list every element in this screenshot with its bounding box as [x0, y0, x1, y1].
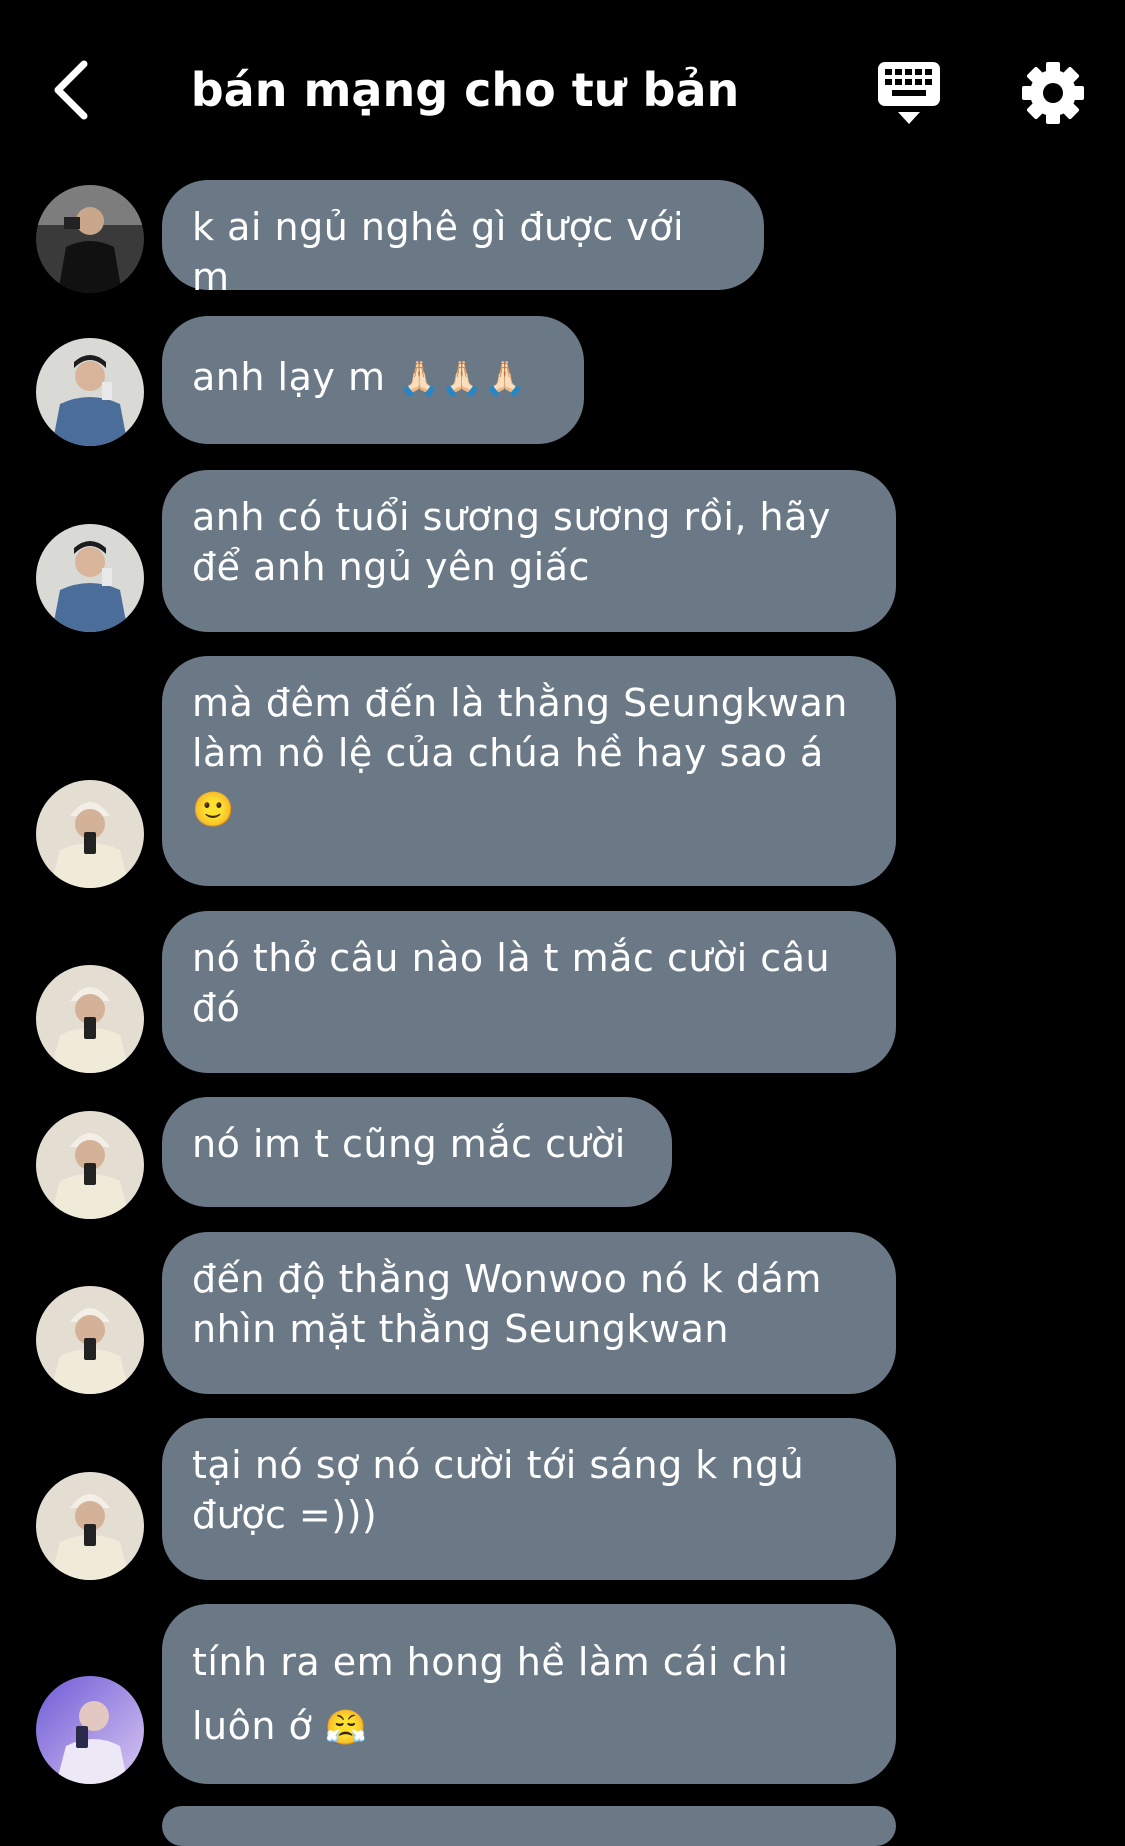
chevron-left-icon [54, 60, 88, 120]
message-text: anh lạy m [192, 355, 386, 399]
chat-title: bán mạng cho tư bản [190, 63, 740, 117]
message-text: mà đêm đến là thằng Seungkwan làm nô lệ … [192, 681, 848, 775]
message-bubble: tại nó sợ nó cười tới sáng k ngủ được =)… [162, 1418, 896, 1580]
message-bubble: nó thở câu nào là t mắc cười câu đó [162, 911, 896, 1073]
message-emoji: 🙂 [192, 790, 235, 830]
avatar[interactable] [36, 1676, 144, 1784]
keyboard-icon [878, 62, 940, 124]
message-text: nó im t cũng mắc cười [192, 1122, 626, 1166]
back-button[interactable] [40, 55, 100, 125]
avatar[interactable] [36, 965, 144, 1073]
message-bubble: nó im t cũng mắc cười [162, 1097, 672, 1207]
message-text: tính ra em hong hề làm cái chi luôn ớ [192, 1640, 789, 1748]
avatar[interactable] [36, 1111, 144, 1219]
message-emoji: 🙏🏻🙏🏻🙏🏻 [398, 359, 527, 399]
avatar[interactable] [36, 185, 144, 293]
avatar[interactable] [36, 1286, 144, 1394]
avatar[interactable] [36, 780, 144, 888]
message-bubble: anh có tuổi sương sương rồi, hãy để anh … [162, 470, 896, 632]
avatar[interactable] [36, 338, 144, 446]
chat-header: bán mạng cho tư bản [0, 0, 1125, 170]
settings-button[interactable] [1018, 58, 1088, 128]
message-bubble: anh lạy m 🙏🏻🙏🏻🙏🏻 [162, 316, 584, 444]
message-bubble: đến độ thằng Wonwoo nó k dám nhìn mặt th… [162, 1232, 896, 1394]
message-bubble: tính ra em hong hề làm cái chi luôn ớ 😤 [162, 1604, 896, 1784]
gear-icon [1022, 62, 1084, 124]
message-text: anh có tuổi sương sương rồi, hãy để anh … [192, 495, 831, 589]
avatar[interactable] [36, 1472, 144, 1580]
message-text: đến độ thằng Wonwoo nó k dám nhìn mặt th… [192, 1257, 822, 1351]
avatar[interactable] [36, 524, 144, 632]
message-bubble: mà đêm đến là thằng Seungkwan làm nô lệ … [162, 656, 896, 886]
message-text: tại nó sợ nó cười tới sáng k ngủ được =)… [192, 1443, 805, 1537]
message-emoji: 😤 [324, 1708, 368, 1748]
message-text: nó thở câu nào là t mắc cười câu đó [192, 936, 831, 1030]
message-text: k ai ngủ nghê gì được với m [192, 205, 685, 299]
message-bubble-partial [162, 1806, 896, 1846]
keyboard-button[interactable] [874, 58, 944, 128]
message-bubble: k ai ngủ nghê gì được với m [162, 180, 764, 299]
